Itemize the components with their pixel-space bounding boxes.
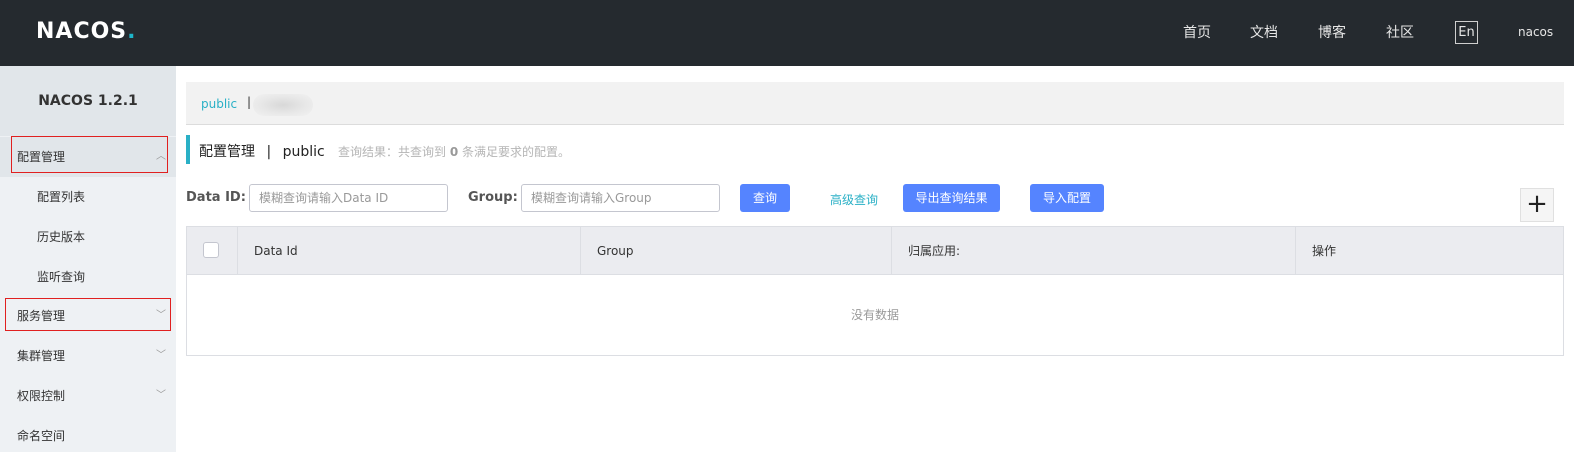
select-all-cell (187, 227, 237, 275)
user-menu[interactable]: nacos (1518, 25, 1553, 39)
page-title: 配置管理 | public (199, 141, 325, 161)
sidebar-item-label: 配置列表 (37, 190, 86, 204)
sidebar-item-label: 权限控制 (17, 389, 66, 403)
page-title-namespace: public (282, 144, 325, 160)
result-summary: 查询结果：共查询到 0 条满足要求的配置。 (338, 143, 570, 160)
add-config-button[interactable]: + (1520, 188, 1554, 222)
namespace-tab-public[interactable]: public (201, 97, 237, 111)
result-count: 0 (449, 145, 459, 159)
import-button[interactable]: 导入配置 (1030, 184, 1104, 212)
sidebar-item-cluster-management[interactable]: 集群管理 ﹀ (0, 336, 176, 376)
language-switch[interactable]: En (1455, 21, 1478, 44)
page-title-separator: | (266, 144, 272, 160)
data-id-input[interactable]: 模糊查询请输入Data ID (249, 184, 448, 212)
highlight-box-service (5, 298, 171, 331)
column-header-app[interactable]: 归属应用: (891, 227, 1295, 275)
empty-table-message: 没有数据 (850, 308, 899, 322)
namespace-separator: | (247, 95, 252, 109)
result-prefix: 查询结果：共查询到 (338, 145, 447, 159)
logo-text: NACOS (36, 19, 128, 44)
group-label: Group: (468, 190, 518, 205)
logo-dot: . (127, 19, 137, 44)
sidebar-item-namespace[interactable]: 命名空间 (0, 416, 176, 456)
query-button[interactable]: 查询 (740, 184, 790, 212)
namespace-bar: public | (186, 82, 1564, 125)
chevron-down-icon: ﹀ (156, 390, 166, 401)
nav-docs[interactable]: 文档 (1250, 22, 1278, 42)
sidebar-item-label: 集群管理 (17, 349, 66, 363)
advanced-query-link[interactable]: 高级查询 (830, 191, 878, 208)
sidebar-title: NACOS 1.2.1 (0, 66, 176, 136)
sidebar: NACOS 1.2.1 配置管理 ︿ 配置列表 历史版本 监听查询 服务管理 ﹀… (0, 66, 176, 452)
nacos-logo[interactable]: NACOS. (36, 19, 137, 44)
nav-home[interactable]: 首页 (1183, 22, 1211, 42)
column-header-actions: 操作 (1295, 227, 1563, 275)
column-header-data-id[interactable]: Data Id (237, 227, 580, 275)
page-title-text: 配置管理 (199, 144, 255, 160)
top-header: NACOS. 首页 文档 博客 社区 En nacos (0, 0, 1574, 66)
sidebar-item-label: 命名空间 (17, 429, 66, 443)
nav-community[interactable]: 社区 (1386, 22, 1414, 42)
sidebar-item-label: 历史版本 (37, 230, 86, 244)
sidebar-item-config-list[interactable]: 配置列表 (0, 177, 176, 217)
sidebar-item-history[interactable]: 历史版本 (0, 217, 176, 257)
sidebar-item-label: 监听查询 (37, 270, 86, 284)
column-header-group[interactable]: Group (580, 227, 891, 275)
export-button[interactable]: 导出查询结果 (903, 184, 1000, 212)
highlight-box-config (11, 136, 168, 173)
select-all-checkbox[interactable] (203, 242, 219, 258)
nav-blog[interactable]: 博客 (1318, 22, 1346, 42)
table-header: Data Id Group 归属应用: 操作 (187, 227, 1563, 275)
sidebar-item-access-control[interactable]: 权限控制 ﹀ (0, 376, 176, 416)
config-table: Data Id Group 归属应用: 操作 没有数据 (186, 226, 1564, 356)
sidebar-item-listener-query[interactable]: 监听查询 (0, 257, 176, 297)
chevron-down-icon: ﹀ (156, 350, 166, 361)
title-accent-bar (186, 135, 190, 164)
blurred-namespace (253, 94, 313, 116)
group-input[interactable]: 模糊查询请输入Group (521, 184, 720, 212)
result-suffix: 条满足要求的配置。 (462, 145, 571, 159)
data-id-label: Data ID: (186, 190, 246, 205)
